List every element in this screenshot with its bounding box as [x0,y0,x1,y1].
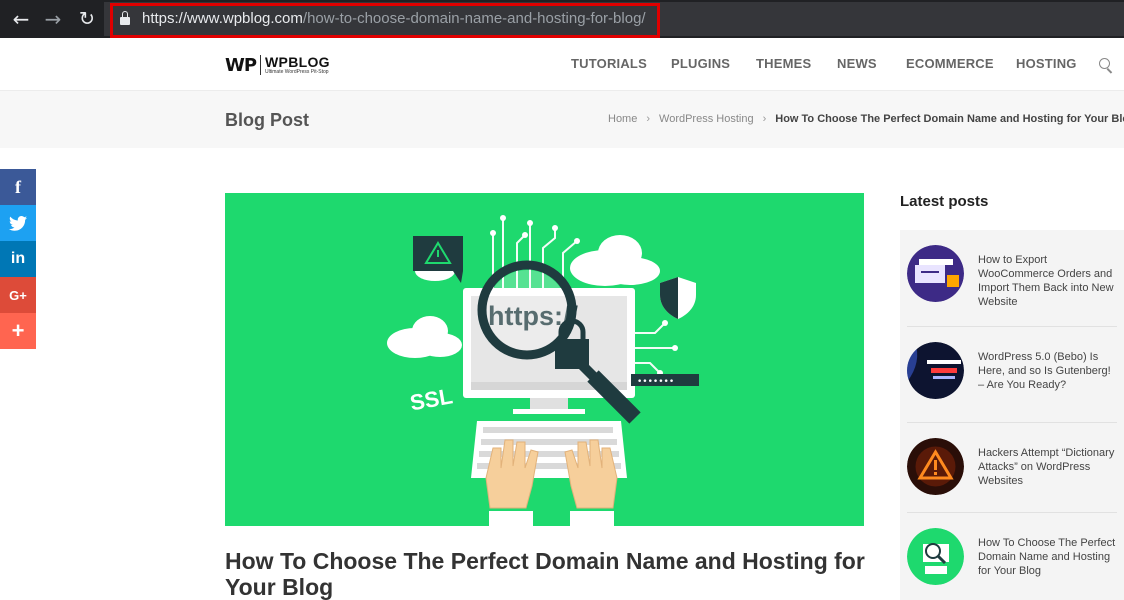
browser-toolbar: ← → ↻ https://www.wpblog.com/how-to-choo… [0,0,1124,38]
nav-plugins[interactable]: PLUGINS [671,56,730,71]
ssl-label: SSL [408,383,454,415]
breadcrumb-current: How To Choose The Perfect Domain Name an… [775,113,1124,125]
nav-news[interactable]: NEWS [837,56,877,71]
plus-icon: + [11,318,25,343]
nav-ecommerce[interactable]: ECOMMERCE [906,56,994,71]
twitter-icon [9,215,27,231]
back-arrow-icon[interactable]: ← [10,8,32,30]
logo-divider [260,55,262,75]
nav-tutorials[interactable]: TUTORIALS [571,56,647,71]
search-icon[interactable] [1099,58,1113,74]
post-thumbnail[interactable] [907,438,964,495]
post-title[interactable]: Hackers Attempt “Dictionary Attacks” on … [978,446,1118,488]
logo-tagline: Ultimate WordPress Pit-Stop [265,69,329,75]
page-title: Blog Post [225,110,309,130]
facebook-share-button[interactable]: f [0,169,36,205]
post-thumbnail[interactable] [907,245,964,302]
hero-illustration: https:// ••••••• SSL [387,215,699,526]
divider [907,512,1117,513]
chevron-right-icon: › [762,113,767,125]
site-logo[interactable]: WP WPBLOG Ultimate WordPress Pit-Stop [225,52,330,78]
twitter-share-button[interactable] [0,205,36,241]
site-header: WP WPBLOG Ultimate WordPress Pit-Stop TU… [0,38,1124,91]
post-title[interactable]: WordPress 5.0 (Bebo) Is Here, and so Is … [978,350,1118,392]
post-thumbnail[interactable] [907,528,964,585]
sidebar-title: Latest posts [900,193,989,210]
reload-icon[interactable]: ↻ [76,8,98,30]
more-share-button[interactable]: + [0,313,36,349]
page-title-bar: Blog Post Home › WordPress Hosting › How To … [0,91,1124,148]
linkedin-icon: in [10,250,26,267]
google-plus-share-button[interactable]: G+ [0,277,36,313]
latest-posts-list: How to Export WooCommerce Orders and Imp… [900,230,1124,600]
featured-image[interactable]: https:// ••••••• SSL [225,193,864,526]
linkedin-share-button[interactable]: in [0,241,36,277]
post-thumbnail[interactable] [907,342,964,399]
post-title[interactable]: How to Export WooCommerce Orders and Imp… [978,253,1118,309]
logo-name: WPBLOG [265,54,330,70]
nav-themes[interactable]: THEMES [756,56,811,71]
nav-hosting[interactable]: HOSTING [1016,56,1077,71]
divider [907,422,1117,423]
breadcrumb-home[interactable]: Home [608,113,637,125]
password-mask: ••••••• [637,377,674,387]
google-plus-icon: G+ [9,287,27,303]
post-title[interactable]: How To Choose The Perfect Domain Name an… [978,536,1118,578]
chevron-right-icon: › [646,113,651,125]
breadcrumb: Home › WordPress Hosting › How To Choose The… [608,113,1124,125]
url-highlight-box [110,3,660,38]
divider [907,326,1117,327]
logo-mark: WP [225,54,257,76]
facebook-icon: f [15,176,21,197]
breadcrumb-category[interactable]: WordPress Hosting [659,113,754,125]
forward-arrow-icon[interactable]: → [42,8,64,30]
article-title: How To Choose The Perfect Domain Name an… [225,548,865,600]
